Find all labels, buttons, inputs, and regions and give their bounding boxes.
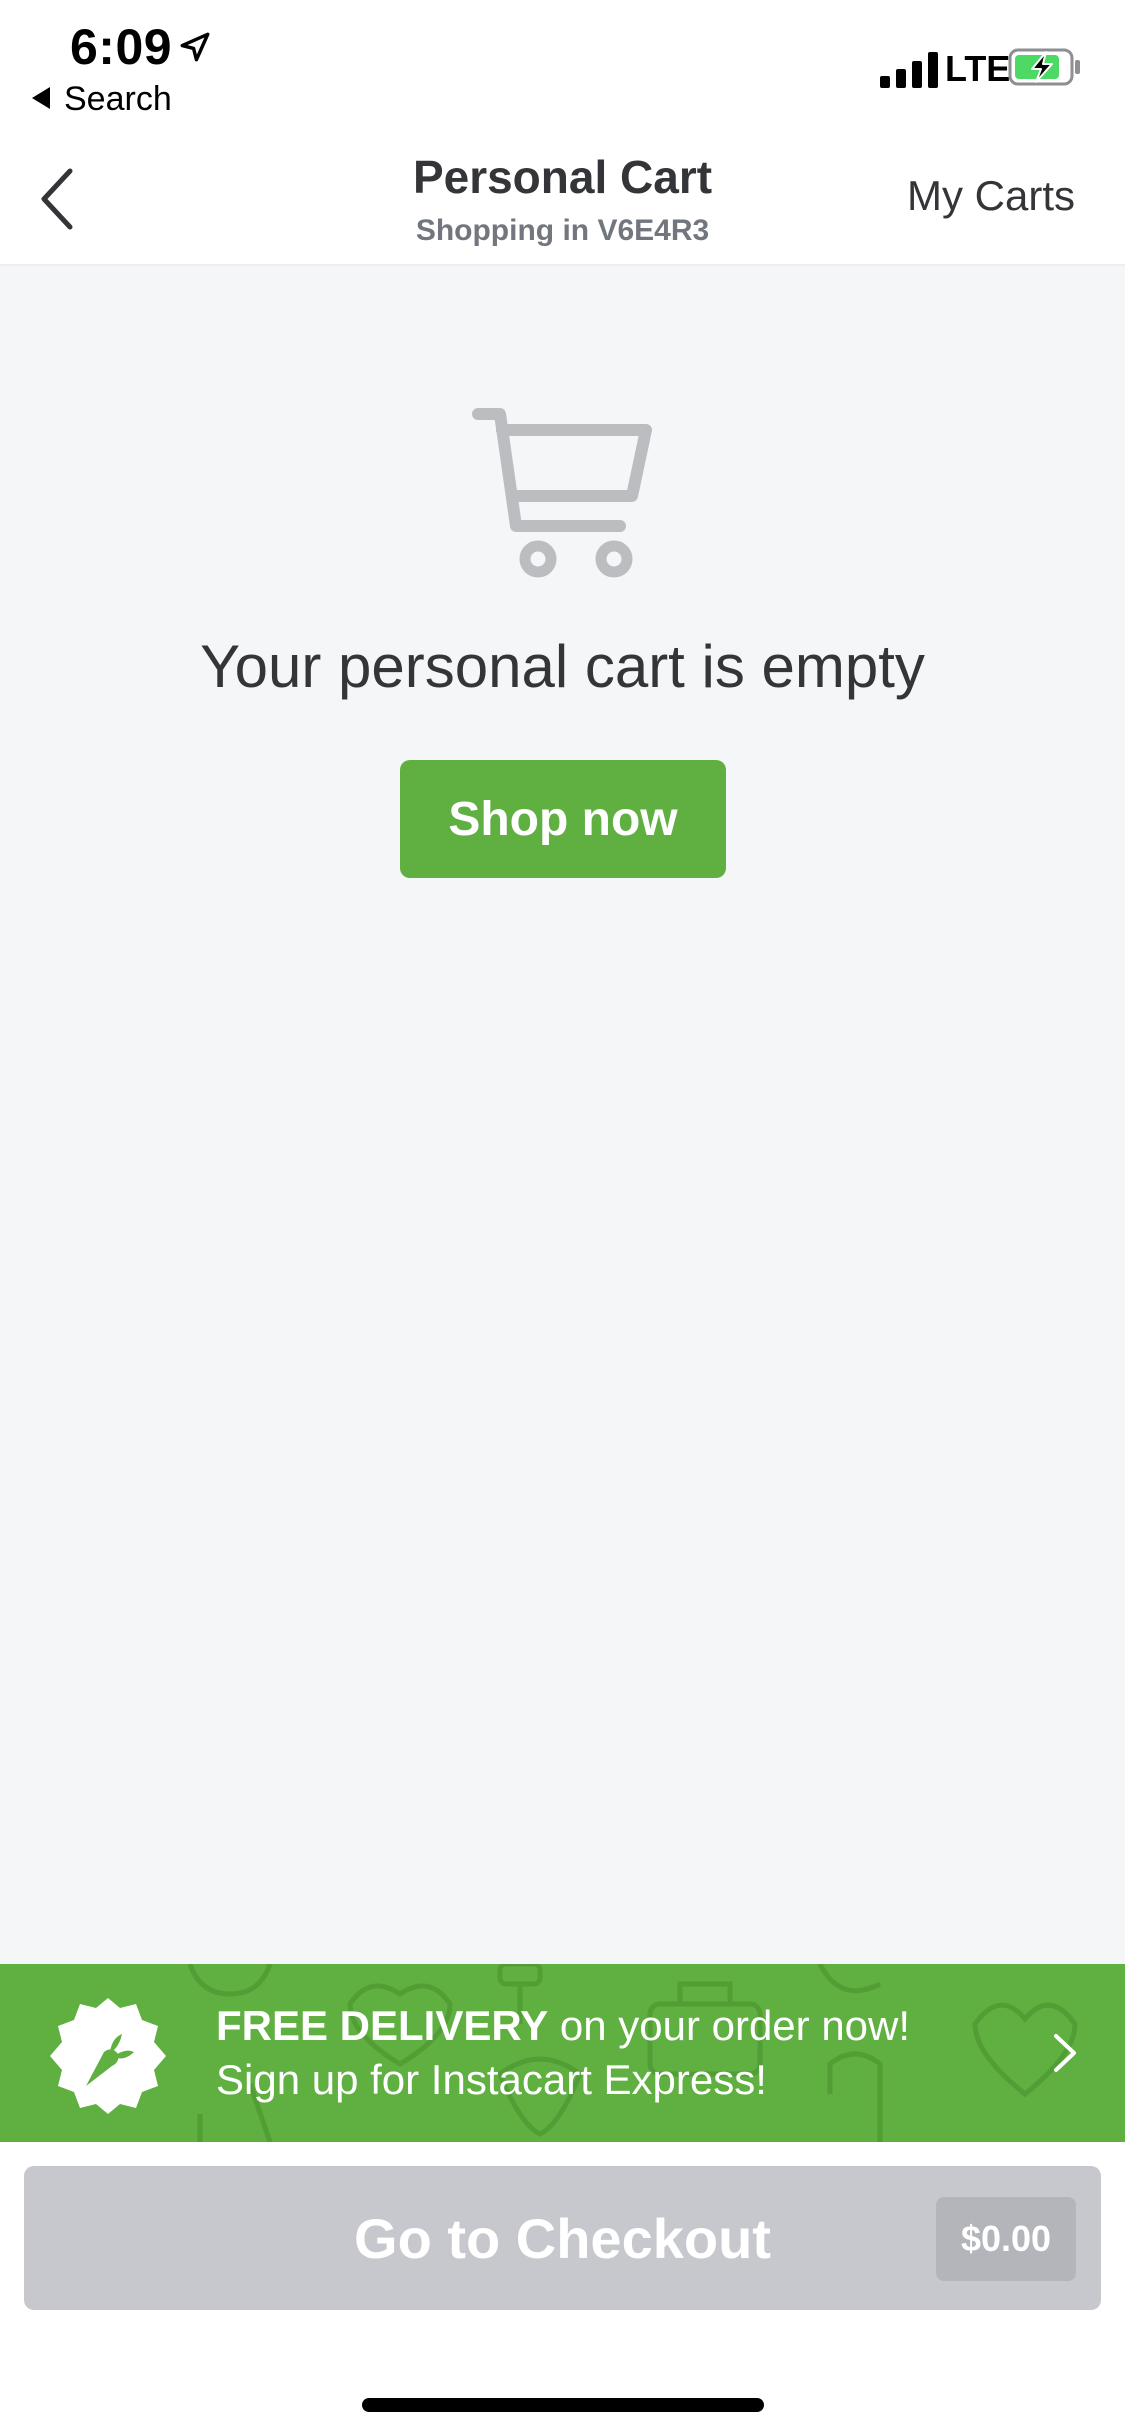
status-time: 6:09 [70, 19, 173, 75]
cart-total-badge: $0.00 [936, 2197, 1076, 2281]
chevron-right-icon [1054, 2034, 1076, 2072]
battery-charging-icon [1008, 48, 1080, 86]
empty-cart-message: Your personal cart is empty [200, 633, 925, 700]
network-type: LTE [945, 48, 1011, 89]
cellular-signal-icon [880, 52, 938, 88]
instacart-carrot-badge-icon [50, 1998, 166, 2114]
back-triangle-icon [32, 87, 50, 110]
my-carts-button[interactable]: My Carts [907, 172, 1075, 220]
promo-highlight: FREE DELIVERY [216, 2002, 549, 2049]
home-indicator[interactable] [362, 2398, 764, 2412]
instacart-express-banner[interactable]: FREE DELIVERY on your order now! Sign up… [0, 1964, 1125, 2142]
shop-now-button[interactable]: Shop now [400, 760, 726, 878]
location-arrow-icon [180, 32, 210, 62]
back-to-app-link[interactable]: Search [32, 80, 172, 119]
cart-icon [472, 408, 652, 578]
promo-headline: FREE DELIVERY on your order now! [216, 2002, 910, 2050]
back-to-app-label: Search [64, 80, 172, 118]
promo-headline-rest: on your order now! [548, 2002, 911, 2049]
promo-subline: Sign up for Instacart Express! [216, 2056, 767, 2103]
